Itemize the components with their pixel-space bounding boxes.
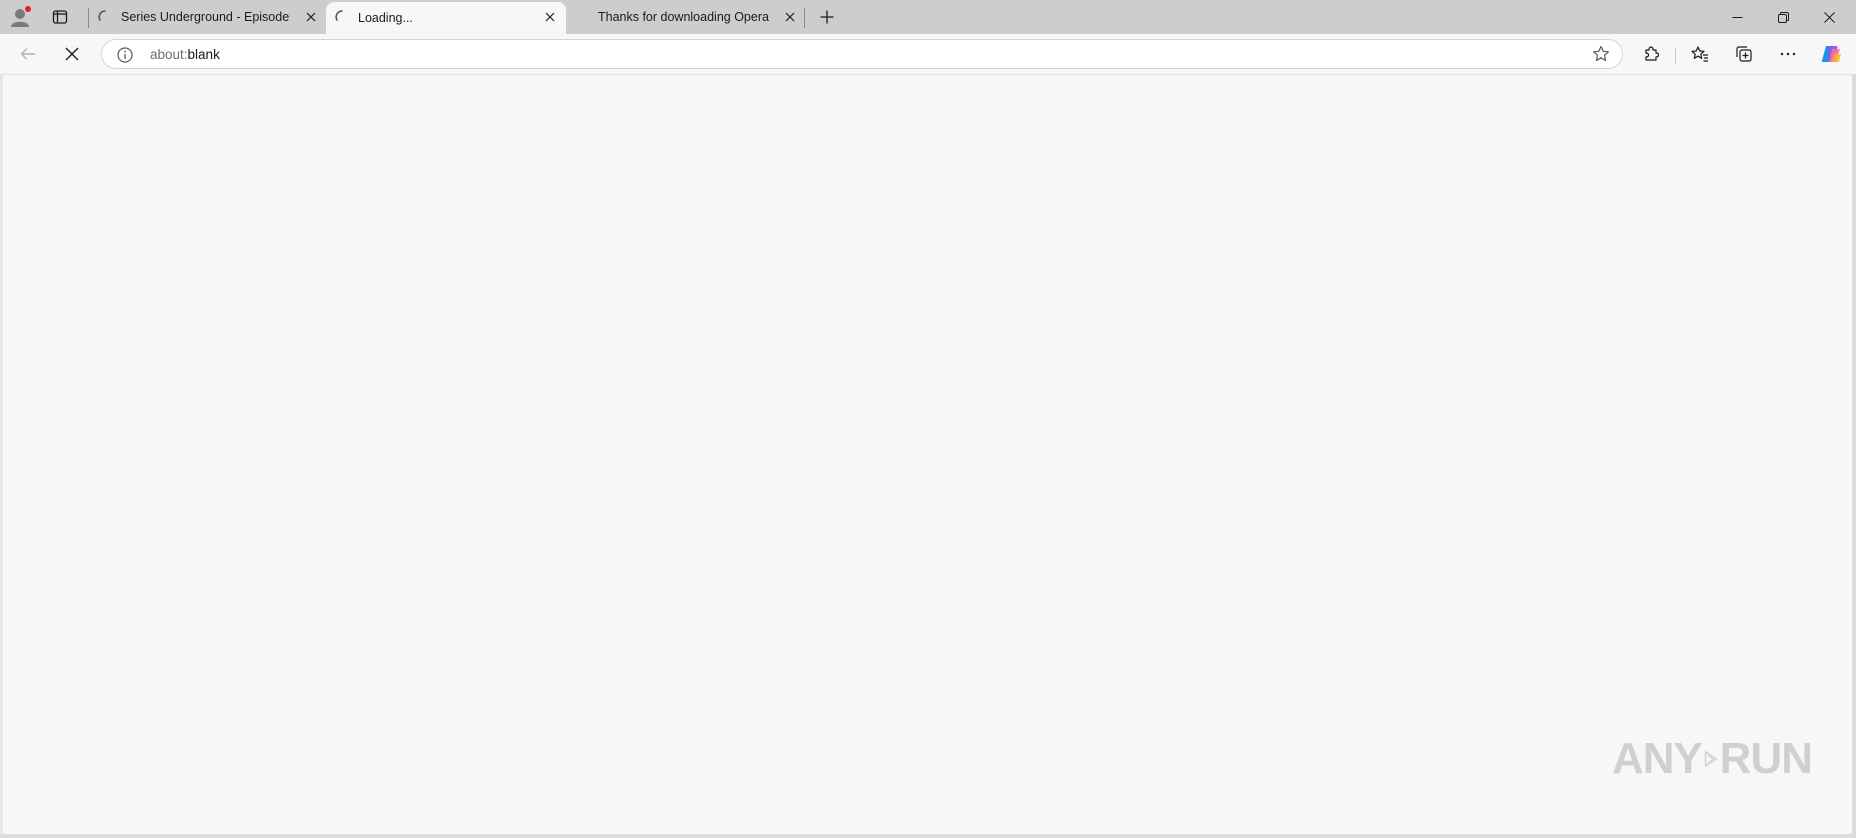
tab-close-button[interactable]: [782, 9, 798, 25]
collections-button[interactable]: [1730, 40, 1758, 68]
more-icon: [1780, 52, 1796, 56]
tab-actions-icon: [52, 10, 68, 24]
close-icon: [785, 12, 795, 22]
back-button[interactable]: [14, 40, 42, 68]
tab-title: Series Underground - Episode 13: [121, 10, 293, 24]
tab-series-underground[interactable]: Series Underground - Episode 13: [89, 0, 325, 34]
window-close-button[interactable]: [1806, 0, 1852, 34]
anyrun-watermark: ANY RUN: [1612, 726, 1813, 792]
close-icon: [1823, 11, 1835, 23]
restore-icon: [1777, 11, 1789, 23]
profile-button[interactable]: [8, 5, 34, 29]
tab-strip: Series Underground - Episode 13 Loading.…: [0, 0, 1856, 34]
watermark-right-text: RUN: [1719, 734, 1813, 783]
stop-icon: [65, 47, 79, 61]
window-frame-bottom: [0, 834, 1856, 838]
copilot-button[interactable]: [1817, 40, 1845, 68]
extensions-icon: [1645, 46, 1660, 61]
star-icon[interactable]: [1592, 45, 1610, 63]
close-icon: [545, 12, 555, 22]
close-icon: [306, 12, 316, 22]
tab-close-button[interactable]: [303, 9, 319, 25]
collections-icon: [1736, 46, 1752, 62]
toolbar: about: blank: [0, 34, 1856, 74]
watermark-left-text: ANY: [1612, 734, 1703, 783]
back-arrow-icon: [20, 48, 35, 60]
toolbar-separator: [1675, 48, 1676, 64]
favorites-button[interactable]: [1686, 40, 1714, 68]
more-button[interactable]: [1774, 40, 1802, 68]
url-scheme: about:: [150, 46, 188, 62]
url-path: blank: [187, 46, 220, 62]
url-text[interactable]: about: blank: [150, 40, 220, 68]
restore-button[interactable]: [1760, 0, 1806, 34]
tab-actions-button[interactable]: [47, 5, 73, 29]
loading-spinner-icon: [335, 10, 343, 21]
tab-title: Thanks for downloading Opera: [598, 10, 769, 24]
loading-spinner-icon: [98, 10, 106, 21]
play-icon: [1704, 751, 1717, 767]
page-content[interactable]: [3, 74, 1852, 835]
plus-icon: [820, 10, 834, 24]
window-frame-right: [1852, 74, 1856, 838]
favorites-icon: [1691, 46, 1708, 62]
minimize-button[interactable]: [1714, 0, 1760, 34]
tab-opera-download[interactable]: Thanks for downloading Opera: [566, 0, 802, 34]
info-icon[interactable]: [116, 46, 134, 64]
tab-close-button[interactable]: [542, 9, 558, 25]
minimize-icon: [1732, 16, 1742, 18]
new-tab-button[interactable]: [814, 5, 840, 29]
stop-button[interactable]: [58, 40, 86, 68]
profile-icon: [11, 6, 31, 27]
tab-loading[interactable]: Loading...: [326, 2, 566, 34]
copilot-icon: [1821, 46, 1841, 62]
tab-separator: [804, 8, 805, 28]
address-bar[interactable]: about: blank: [101, 39, 1623, 69]
tab-title: Loading...: [358, 11, 413, 25]
extensions-button[interactable]: [1637, 40, 1665, 68]
